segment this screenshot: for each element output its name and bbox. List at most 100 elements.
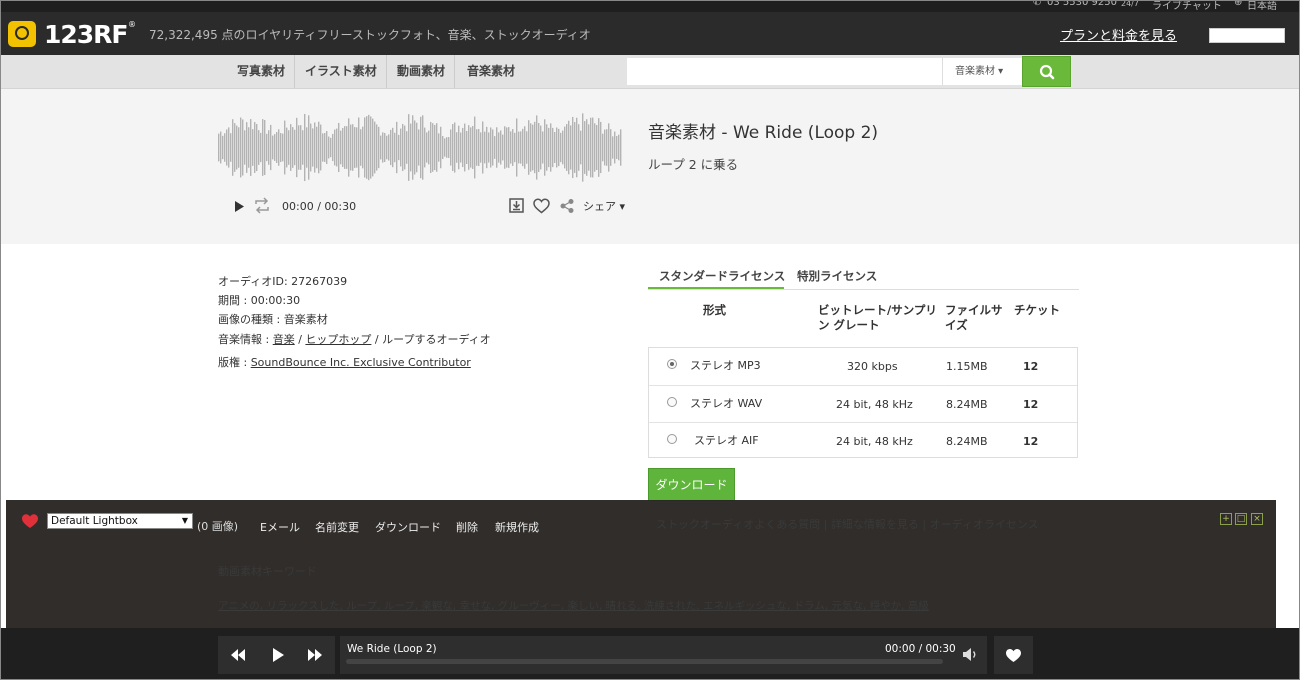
live-chat-link[interactable]: ライブチャット (1152, 0, 1222, 12)
contributor-link[interactable]: SoundBounce Inc. Exclusive Contributor (251, 356, 471, 369)
nav-photos[interactable]: 写真素材 (228, 55, 296, 88)
waveform-bar (510, 131, 512, 164)
repeat-icon[interactable] (253, 197, 271, 214)
download-preview-icon[interactable] (509, 198, 524, 213)
waveform-bar (504, 126, 506, 169)
license-row-mp3[interactable]: ステレオ MP3 320 kbps 1.15MB 12 (649, 348, 1077, 385)
lightbox-heart-icon[interactable] (21, 513, 39, 529)
waveform-bar (294, 129, 296, 166)
waveform-bar (474, 116, 476, 179)
waveform-bar (318, 121, 320, 174)
faq-links[interactable]: ストックオーディオよくある質問 | 詳細な情報を見る | オーディオライセンス (656, 516, 1039, 532)
waveform-bar (312, 128, 314, 167)
waveform-bar (396, 121, 398, 174)
bitrate-cell: 24 bit, 48 kHz (836, 398, 913, 411)
nav-videos[interactable]: 動画素材 (388, 55, 456, 88)
registered-mark: ® (128, 20, 136, 29)
tab-standard-license[interactable]: スタンダードライセンス (659, 268, 785, 284)
lightbox-new[interactable]: 新規作成 (495, 519, 539, 535)
search-button[interactable] (1022, 56, 1071, 87)
nav-music[interactable]: 音楽素材 (458, 55, 524, 88)
genre-hiphop-link[interactable]: ヒップホップ (305, 333, 371, 346)
waveform-bar (472, 126, 474, 169)
radio-aif[interactable] (667, 434, 677, 444)
lightbox-delete[interactable]: 削除 (456, 519, 478, 535)
tab-divider (648, 289, 1079, 290)
search-type-dropdown[interactable]: 音楽素材 ▾ (942, 58, 1022, 85)
genre-music-link[interactable]: 音楽 (273, 333, 295, 346)
waveform-bar (518, 131, 520, 164)
keywords-list[interactable]: アニメの, リラックスした, ループ, ループ, 楽観な, 幸せな, グルーヴィ… (218, 598, 929, 613)
header-bitrate: ビットレート/サンプリン グレート (818, 303, 937, 332)
tagline: 72,322,495 点のロイヤリティフリーストックフォト、音楽、ストックオーデ… (149, 28, 591, 42)
waveform-bar (548, 127, 550, 168)
phone-number[interactable]: 03 5530 9250 (1047, 0, 1117, 8)
waveform-bar (410, 123, 412, 172)
waveform-bar (282, 133, 284, 162)
share-dropdown[interactable]: シェア ▾ (583, 198, 625, 214)
waveform-bar (514, 132, 516, 163)
waveform-bar (298, 125, 300, 170)
lightbox-email[interactable]: Eメール (260, 519, 300, 535)
waveform-bar (366, 116, 368, 179)
player-play-icon[interactable] (270, 646, 286, 664)
waveform-bar (544, 119, 546, 176)
waveform-bar (358, 117, 360, 178)
waveform-bar (348, 118, 350, 177)
bitrate-cell: 24 bit, 48 kHz (836, 435, 913, 448)
waveform-bar (400, 128, 402, 167)
radio-mp3[interactable] (667, 359, 677, 369)
volume-icon[interactable] (961, 646, 978, 663)
logo-icon[interactable] (8, 21, 36, 47)
waveform-bar (614, 131, 616, 164)
license-row-aif[interactable]: ステレオ AIF 24 bit, 48 kHz 8.24MB 12 (649, 422, 1077, 460)
waveform-bar (556, 127, 558, 168)
waveform[interactable] (218, 110, 623, 185)
radio-wav[interactable] (667, 397, 677, 407)
heart-outline-icon[interactable] (533, 198, 550, 214)
loop-label: ループするオーディオ (382, 333, 491, 346)
language-select[interactable]: 日本語 (1247, 0, 1277, 12)
waveform-bar (542, 131, 544, 164)
waveform-bar (324, 132, 326, 163)
waveform-bar (604, 129, 606, 166)
close-icon[interactable]: × (1251, 513, 1263, 525)
plans-pricing-link[interactable]: プランと料金を見る (1060, 25, 1177, 44)
waveform-bar (220, 131, 222, 164)
waveform-bar (534, 121, 536, 174)
previous-icon[interactable] (229, 647, 247, 663)
waveform-bar (598, 118, 600, 177)
tab-special-license[interactable]: 特別ライセンス (797, 268, 877, 284)
waveform-bar (218, 133, 220, 162)
waveform-bar (232, 119, 234, 176)
next-icon[interactable] (306, 647, 324, 663)
player-heart-icon[interactable] (1005, 648, 1022, 663)
download-button[interactable]: ダウンロード (648, 468, 735, 501)
lightbox-select[interactable]: Default Lightbox ▼ (47, 513, 193, 529)
waveform-bar (408, 114, 410, 181)
lightbox-download[interactable]: ダウンロード (375, 519, 441, 535)
lightbox-rename[interactable]: 名前変更 (315, 519, 359, 535)
waveform-bar (522, 128, 524, 167)
nav-illustrations[interactable]: イラスト素材 (296, 55, 387, 88)
waveform-bar (254, 122, 256, 173)
category-nav: 写真素材 イラスト素材 動画素材 音楽素材 音楽素材 ▾ (0, 55, 1300, 89)
waveform-bar (532, 124, 534, 171)
header-login-box[interactable] (1209, 28, 1285, 43)
waveform-bar (392, 127, 394, 168)
active-tab-indicator (648, 287, 784, 289)
waveform-bar (506, 127, 508, 168)
play-icon[interactable] (233, 200, 245, 213)
format-cell: ステレオ WAV (690, 397, 763, 410)
waveform-bar (440, 126, 442, 169)
logo-text[interactable]: 123RF (44, 20, 129, 49)
player-time: 00:00 / 00:30 (885, 643, 956, 655)
restore-icon[interactable]: □ (1235, 513, 1247, 525)
share-icon[interactable] (559, 198, 575, 214)
waveform-bar (234, 123, 236, 172)
audio-id: オーディオID: 27267039 (218, 275, 348, 288)
expand-icon[interactable]: + (1220, 513, 1232, 525)
search-input[interactable] (627, 58, 942, 85)
license-row-wav[interactable]: ステレオ WAV 24 bit, 48 kHz 8.24MB 12 (649, 385, 1077, 423)
player-progress-bar[interactable] (346, 659, 943, 664)
